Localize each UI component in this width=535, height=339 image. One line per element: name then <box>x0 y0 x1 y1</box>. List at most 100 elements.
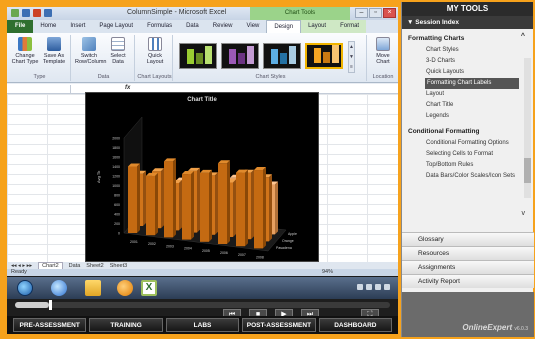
sheet-tab-sheet2[interactable]: Sheet2 <box>86 263 103 269</box>
lesson-item[interactable]: Conditional Formatting Options <box>402 138 533 149</box>
sheet-tab-data[interactable]: Data <box>69 263 81 269</box>
move-chart-button[interactable]: Move Chart <box>369 37 397 65</box>
accordion-activity-report[interactable]: Activity Report <box>402 274 534 288</box>
fx-icon[interactable]: fx <box>125 85 130 91</box>
tab-data[interactable]: Data <box>179 20 206 33</box>
nav-dashboard[interactable]: DASHBOARD <box>318 318 393 332</box>
chart-bar-front[interactable] <box>254 170 263 249</box>
chart-style-3[interactable] <box>263 43 301 69</box>
chevron-down-icon[interactable]: v <box>522 210 526 217</box>
panel-scrollbar[interactable] <box>524 58 531 198</box>
x-tick-label: 2002 <box>148 242 156 246</box>
seek-bar[interactable] <box>15 300 390 310</box>
lesson-item[interactable]: 3-D Charts <box>402 56 533 67</box>
chart-bar-front[interactable] <box>146 175 155 236</box>
chart-bar-side <box>173 158 176 238</box>
excel-app-icon <box>11 9 19 17</box>
bottom-navigation: PRE-ASSESSMENT TRAINING LABS POST-ASSESS… <box>7 316 398 334</box>
x-tick-label: 2008 <box>256 255 264 259</box>
excel-taskbar-icon[interactable]: X <box>141 280 157 296</box>
tab-file[interactable]: File <box>7 20 34 33</box>
save-as-template-label: Save As Template <box>42 53 66 65</box>
lesson-item[interactable]: Layout <box>402 89 533 100</box>
template-icon <box>47 37 61 51</box>
lesson-item[interactable]: Top/Bottom Rules <box>402 160 533 171</box>
restore-icon[interactable]: ▫ <box>369 8 382 18</box>
close-icon[interactable]: × <box>383 8 396 18</box>
styles-gallery-scroll[interactable]: ▲ ▼ ≡ <box>348 41 355 73</box>
accordion-glossary[interactable]: Glossary <box>402 232 534 246</box>
window-buttons: – ▫ × <box>355 8 396 18</box>
x-tick-label: 2007 <box>238 253 246 257</box>
tab-format[interactable]: Format <box>333 20 367 33</box>
minimize-icon[interactable]: – <box>355 8 368 18</box>
lesson-item[interactable]: Chart Styles <box>402 45 533 56</box>
nav-post-assessment[interactable]: POST-ASSESSMENT <box>242 318 316 332</box>
chart-area[interactable]: Chart Title 2000 1800 1600 1400 1200 1000 800 6… <box>85 92 319 262</box>
name-box[interactable] <box>9 85 71 93</box>
nav-pre-assessment[interactable]: PRE-ASSESSMENT <box>13 318 87 332</box>
nav-training[interactable]: TRAINING <box>89 318 163 332</box>
chart-bar-front[interactable] <box>236 172 245 247</box>
panel-accordions: Glossary Resources Assignments Activity … <box>402 232 534 288</box>
lesson-item[interactable]: Selecting Cells to Format <box>402 149 533 160</box>
lesson-item-active[interactable]: Formatting Chart Labels <box>425 78 519 89</box>
section-conditional-formatting[interactable]: Conditional Formatting <box>402 122 533 138</box>
seek-handle[interactable] <box>48 300 52 310</box>
chart-bar-side <box>269 174 272 242</box>
excel-titlebar: ColumnSimple - Microsoft Excel Chart Too… <box>7 7 398 20</box>
chart-bar-front[interactable] <box>164 161 173 238</box>
scrollbar-thumb[interactable] <box>524 158 531 183</box>
switch-row-column-button[interactable]: Switch Row/Column <box>75 37 106 65</box>
panel-footer: OnlineExpert v6.0.3 <box>402 292 534 337</box>
tab-view[interactable]: View <box>239 20 266 33</box>
chevron-up-icon[interactable]: ^ <box>521 33 525 40</box>
chart-style-1[interactable] <box>179 43 217 69</box>
chart-bar-side <box>233 179 236 237</box>
tab-review[interactable]: Review <box>206 20 240 33</box>
windows-taskbar: X <box>7 277 398 299</box>
change-chart-type-button[interactable]: Change Chart Type <box>11 37 39 65</box>
styles-group-label: Chart Styles <box>255 74 286 80</box>
media-player-icon[interactable] <box>117 280 133 296</box>
lesson-item[interactable]: Chart Title <box>402 100 533 111</box>
x-tick-label: 2006 <box>220 251 228 255</box>
lesson-item[interactable]: Quick Layouts <box>402 67 533 78</box>
save-icon[interactable] <box>22 9 30 17</box>
chart-bar-front[interactable] <box>182 174 191 240</box>
sheet-nav-arrows-icon[interactable]: ◂◂ ◂ ▸ ▸▸ <box>11 263 32 269</box>
chart-bar-front[interactable] <box>128 166 137 234</box>
section-formatting-charts[interactable]: Formatting Charts ^ <box>402 29 533 45</box>
switch-icon <box>82 37 96 51</box>
chart-bar-front[interactable] <box>200 172 209 242</box>
ribbon-group-location: Move Chart Location <box>369 35 397 81</box>
lesson-item[interactable]: Data Bars/Color Scales/Icon Sets <box>402 171 533 182</box>
tab-layout[interactable]: Layout <box>301 20 334 33</box>
tab-design[interactable]: Design <box>266 20 302 33</box>
session-index-header[interactable]: ▼ Session Index <box>402 16 533 29</box>
chart-bar-side <box>137 163 140 233</box>
zoom-level[interactable]: 94% <box>322 269 333 275</box>
undo-icon[interactable] <box>33 9 41 17</box>
tab-home[interactable]: Home <box>33 20 63 33</box>
internet-explorer-icon[interactable] <box>51 280 67 296</box>
lesson-item[interactable]: Legends <box>402 111 533 122</box>
tab-page-layout[interactable]: Page Layout <box>92 20 140 33</box>
tab-insert[interactable]: Insert <box>63 20 92 33</box>
quick-layout-button[interactable]: Quick Layout <box>141 37 169 65</box>
accordion-resources[interactable]: Resources <box>402 246 534 260</box>
chart-bar-front[interactable] <box>218 163 227 244</box>
folder-icon[interactable] <box>85 280 101 296</box>
ribbon-group-layouts: Quick Layout Chart Layouts <box>137 35 173 81</box>
nav-labs[interactable]: LABS <box>165 318 240 332</box>
chart-style-4-selected[interactable] <box>305 43 343 69</box>
sheet-tab-sheet3[interactable]: Sheet3 <box>110 263 127 269</box>
ribbon-group-styles: ▲ ▼ ≡ Chart Styles <box>175 35 367 81</box>
accordion-assignments[interactable]: Assignments <box>402 260 534 274</box>
redo-icon[interactable] <box>44 9 52 17</box>
start-button-icon[interactable] <box>17 280 33 296</box>
save-as-template-button[interactable]: Save As Template <box>40 37 68 65</box>
tab-formulas[interactable]: Formulas <box>140 20 179 33</box>
chart-style-2[interactable] <box>221 43 259 69</box>
select-data-button[interactable]: Select Data <box>104 37 132 65</box>
